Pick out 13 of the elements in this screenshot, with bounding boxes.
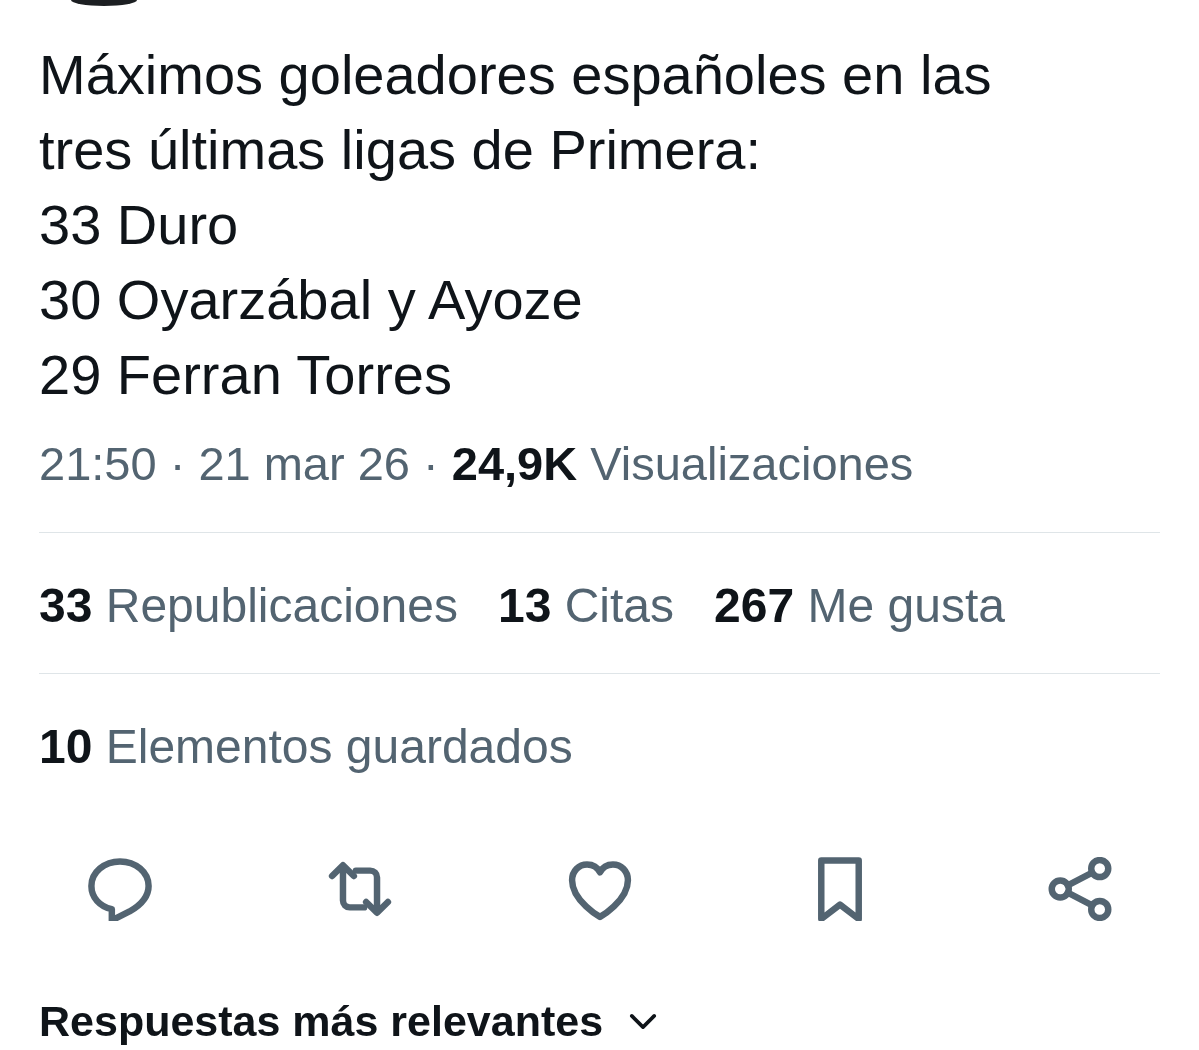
stat-link[interactable]: 33 Republicaciones (39, 576, 458, 636)
stat-link[interactable]: 13 Citas (497, 576, 675, 636)
reply-button[interactable] (88, 857, 152, 921)
post-text: Máximos goleadores españoles en las tres últimas ligas de Primera: 33 Duro 30 Oyarzábal y Ayoze 29 Ferran Torres (39, 42, 993, 408)
share-icon (1048, 857, 1112, 921)
chevron-down-icon (629, 1012, 658, 1030)
saved-link[interactable]: 10 Elementos guardados (39, 717, 573, 777)
stat-link[interactable]: 267 Me gusta (714, 576, 1005, 636)
share-button[interactable] (1048, 857, 1112, 921)
avatar-image[interactable] (71, 0, 137, 6)
speech-bubble-icon (88, 857, 152, 921)
replies-sort-dropdown[interactable]: Respuestas más relevantes (39, 997, 658, 1045)
post-meta: 21:50 · 21 mar 26 · 24,9K Visualizaciones (39, 436, 915, 492)
